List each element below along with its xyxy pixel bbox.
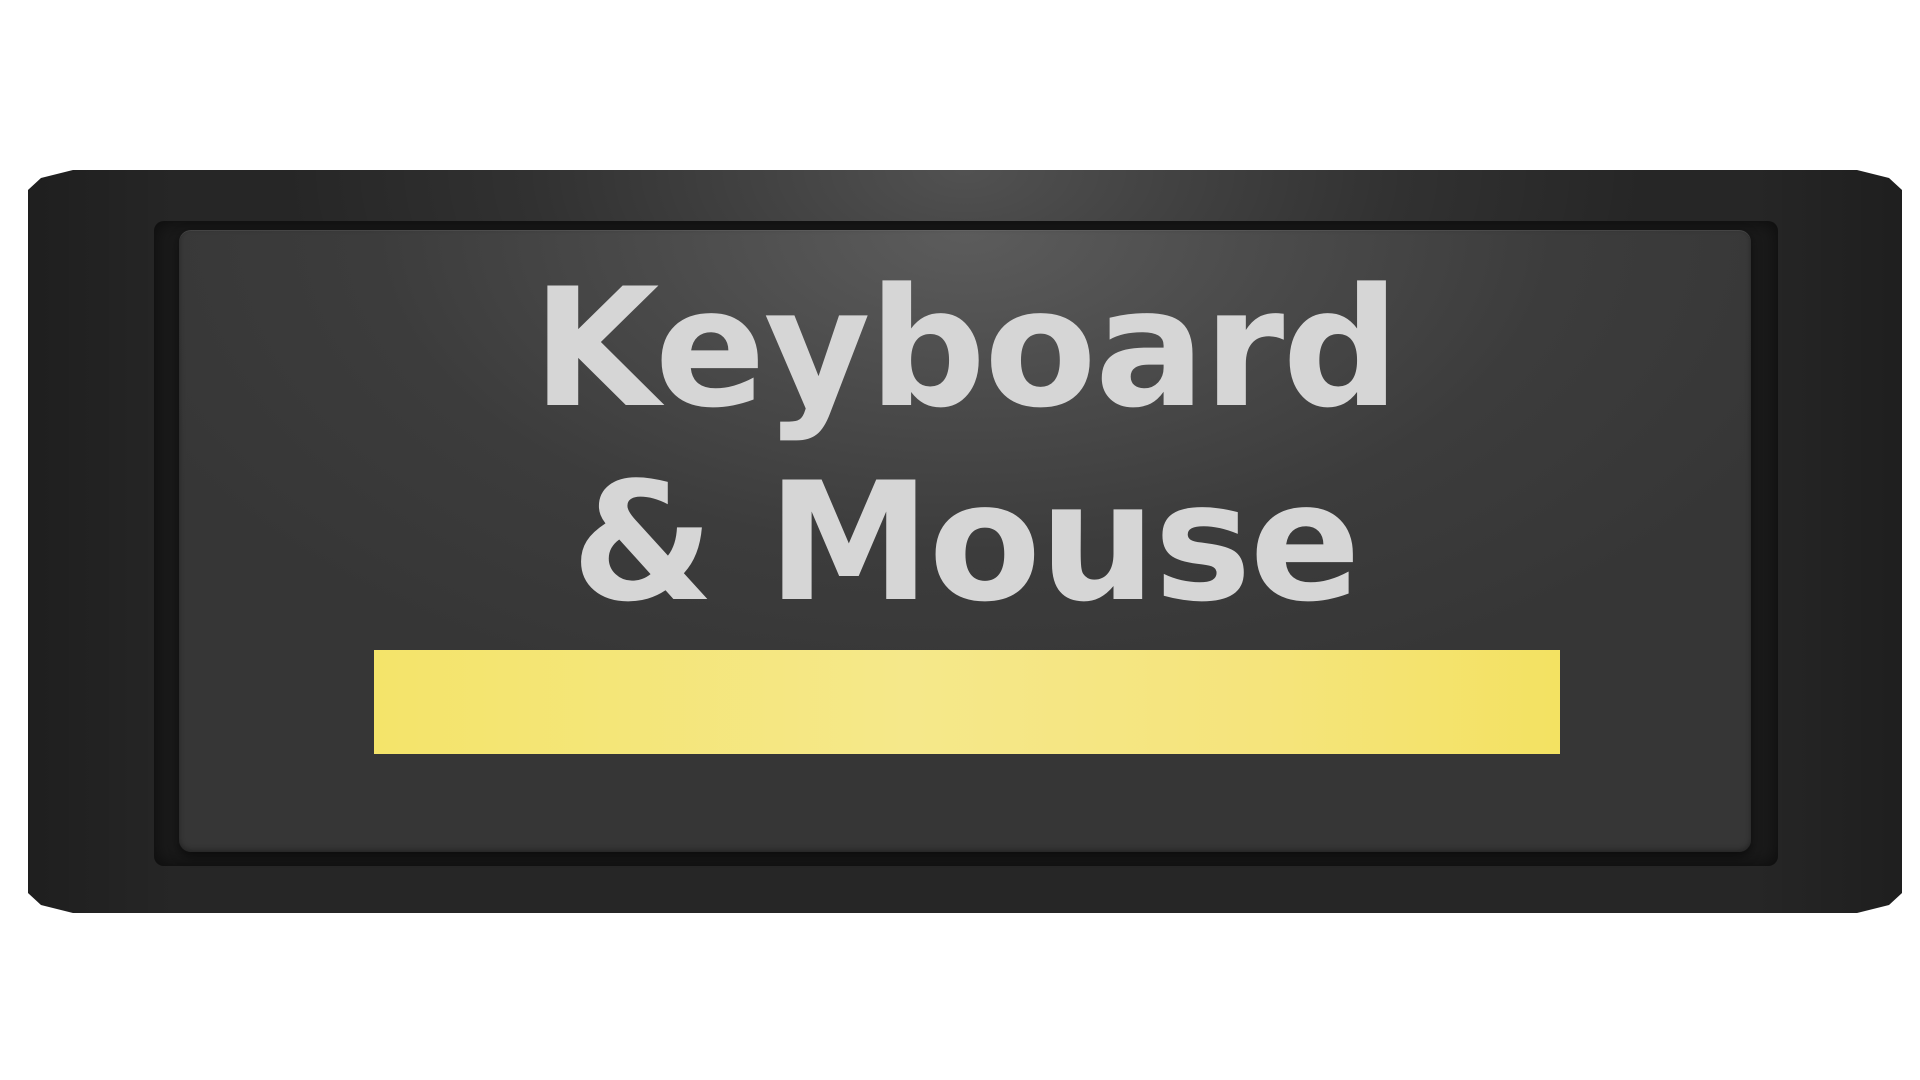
- keyboard-mouse-button[interactable]: Keyboard & Mouse: [179, 230, 1751, 852]
- key-label-line2: & Mouse: [571, 447, 1361, 638]
- key-label: Keyboard & Mouse: [179, 252, 1751, 640]
- keyboard-mouse-key-graphic: Keyboard & Mouse: [0, 0, 1920, 1080]
- key-label-line1: Keyboard: [532, 253, 1399, 444]
- indicator-bar: [374, 650, 1560, 754]
